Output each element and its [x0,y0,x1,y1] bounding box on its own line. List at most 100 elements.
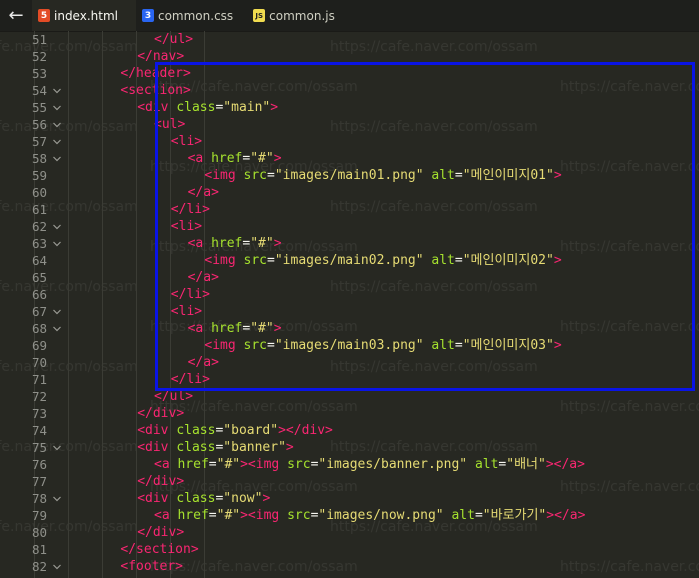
code-line: 70 </a> [0,354,699,371]
code-token: > [273,151,282,166]
fold-chevron-icon[interactable] [53,155,61,163]
code-text: <a href="#"> [188,150,282,167]
code-token: <div [137,100,177,115]
code-token: = [267,168,275,183]
code-token: <li> [170,134,203,149]
tab-index-html[interactable]: 5 index.html [32,0,136,31]
code-token: ><img [240,457,288,472]
code-token: <li> [170,219,203,234]
code-line: 65 </a> [0,269,699,286]
line-number: 80 [31,525,47,540]
code-editor[interactable]: https://cafe.naver.com/ossam https://cafe… [0,31,699,578]
line-number: 56 [31,117,47,132]
code-line: 64 <img src="images/main02.png" alt="메인이미… [0,252,699,269]
code-text: </ul> [154,388,193,405]
code-line: 75 <div class="banner"> [0,439,699,456]
fold-chevron-icon[interactable] [53,240,61,248]
code-token: ></a> [546,508,586,523]
line-number: 76 [31,457,47,472]
line-number: 74 [31,423,47,438]
line-number: 70 [31,355,47,370]
code-token: <ul> [154,117,186,132]
fold-chevron-icon[interactable] [53,121,61,129]
fold-chevron-icon[interactable] [53,563,61,571]
code-token: </header> [120,66,191,81]
code-token: "now" [223,491,263,506]
code-text: </a> [188,184,219,201]
code-text: <li> [171,303,202,320]
line-number: 73 [31,406,47,421]
code-token: </a> [187,185,219,200]
line-number: 81 [31,542,47,557]
code-token: "banner" [223,440,286,455]
code-token: </a> [187,355,219,370]
tab-common-js[interactable]: JS common.js [247,0,349,31]
code-text: <footer> [120,558,183,575]
code-token: "#" [250,151,274,166]
code-text: <li> [171,133,202,150]
code-token: > [262,491,271,506]
code-token: alt [451,508,475,523]
code-token: <a [187,321,212,336]
code-token: "#" [250,236,274,251]
line-number: 69 [31,338,47,353]
fold-chevron-icon[interactable] [53,138,61,146]
code-line: 53 </header> [0,65,699,82]
code-token: href [211,151,243,166]
code-text: <div class="board"></div> [137,422,333,439]
line-number: 67 [31,304,47,319]
code-token: ></a> [545,457,585,472]
code-token: > [273,321,282,336]
code-line: 59 <img src="images/main01.png" alt="메인이미… [0,167,699,184]
code-token: </a> [187,270,219,285]
back-arrow-icon[interactable]: ← [0,0,32,31]
code-line: 51 </ul> [0,31,699,48]
fold-chevron-icon[interactable] [53,325,61,333]
code-token: "#" [216,508,241,523]
fold-chevron-icon[interactable] [53,495,61,503]
code-line: 55 <div class="main"> [0,99,699,116]
line-number: 62 [31,219,47,234]
line-number: 75 [31,440,47,455]
line-number: 59 [31,168,47,183]
code-token: alt [431,338,455,353]
code-token: > [270,100,279,115]
code-token: "images/main03.png" [274,338,424,353]
code-token: href [211,236,243,251]
code-text: <a href="#"> [188,320,282,337]
fold-chevron-icon[interactable] [53,104,61,112]
code-text: <img src="images/main03.png" alt="메인이미지0… [204,337,561,354]
fold-chevron-icon[interactable] [53,223,61,231]
code-token: ><img [240,508,288,523]
code-line: 73 </div> [0,405,699,422]
code-text: <a href="#"><img src="images/now.png" al… [154,507,585,524]
css3-icon: 3 [141,9,154,22]
line-number: 68 [31,321,47,336]
line-number: 57 [31,134,47,149]
tab-label: index.html [54,8,118,23]
fold-chevron-icon[interactable] [53,444,61,452]
code-token: src [287,457,311,472]
fold-chevron-icon[interactable] [53,87,61,95]
code-token: "board" [223,423,279,438]
code-token: "메인이미지01" [462,168,554,183]
code-token: > [553,168,562,183]
code-text: </a> [188,269,219,286]
code-token: <div [137,440,177,455]
code-token: href [211,321,243,336]
line-number: 66 [31,287,47,302]
code-text: </div> [137,524,184,541]
code-line: 79 <a href="#"><img src="images/now.png" … [0,507,699,524]
code-token: </section> [120,542,199,557]
fold-chevron-icon[interactable] [53,308,61,316]
code-text: </nav> [137,48,184,65]
code-token: "배너" [506,457,546,472]
code-line: 58 <a href="#"> [0,150,699,167]
tab-common-css[interactable]: 3 common.css [136,0,247,31]
code-token: src [243,253,268,268]
code-token: "#" [216,457,241,472]
code-line: 54 <section> [0,82,699,99]
code-token: class [176,440,216,455]
code-token: > [553,253,562,268]
